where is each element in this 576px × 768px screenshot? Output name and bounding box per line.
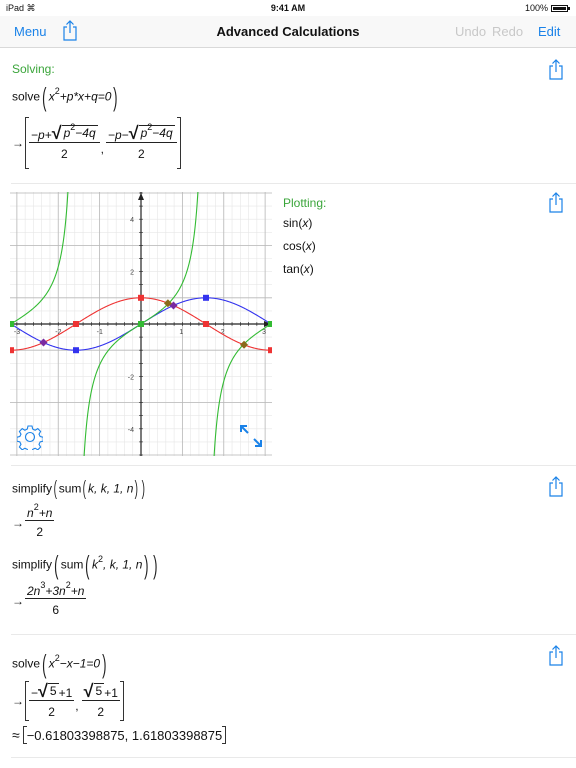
x-tick-label: -3 [14, 329, 20, 336]
result-expression: → − √ 5 +1 2 , √ 5 +1 2 [12, 681, 124, 721]
expand-arrows-icon[interactable] [238, 423, 264, 454]
input-expression: solve(x2+p*x+q=0) [12, 82, 118, 112]
marker-tan [268, 321, 272, 327]
result-root-2: −p− √ p2−4q 2 [106, 122, 177, 161]
intersection-marker [39, 338, 48, 347]
redo-button[interactable]: Redo [492, 24, 523, 39]
function-tan: tan(x) [283, 262, 314, 276]
y-axis-arrow [138, 193, 144, 200]
function-cos: cos(x) [283, 239, 316, 253]
x-tick-label: 1 [179, 329, 183, 336]
calc-section-solving[interactable]: Solving: solve(x2+p*x+q=0) → −p+ √ p2−4q 2… [0, 49, 576, 184]
section-heading: Solving: [12, 62, 55, 76]
marker-sin [203, 294, 209, 301]
battery-status: 100% [524, 3, 570, 13]
clock: 9:41 AM [270, 3, 306, 13]
share-icon[interactable] [548, 645, 564, 672]
approx-result: ≈ −0.61803398875, 1.61803398875 [12, 726, 227, 744]
x-tick-label: 3 [262, 329, 266, 336]
calc-section-plotting[interactable]: -3 -2 -1 1 2 3 4 2 -2 -4 Plotting: sin(x) cos(x) … [0, 184, 576, 464]
share-icon[interactable] [548, 192, 564, 219]
marker-sin [73, 347, 79, 354]
marker-cos [73, 321, 79, 327]
marker-tan [10, 321, 14, 327]
edit-button[interactable]: Edit [538, 24, 560, 39]
result-expression: → −p+ √ p2−4q 2 , −p− √ p2−4q 2 [12, 117, 181, 169]
input-expression: simplify(sum(k2, k, 1, n)) [12, 550, 158, 580]
y-tick-label: 4 [130, 217, 134, 224]
result-root-1: −p+ √ p2−4q 2 [29, 122, 100, 161]
marker-cos [138, 294, 144, 301]
share-icon[interactable] [548, 59, 564, 86]
plot-chart[interactable]: -3 -2 -1 1 2 342-2-4 [10, 192, 272, 456]
function-sin: sin(x) [283, 216, 313, 230]
calc-section-solve[interactable]: solve(x2−x−1=0) → − √ 5 +1 2 , √ 5 +1 2 ≈ −0.… [0, 635, 576, 757]
result-expression: → n2+n 2 [12, 502, 55, 539]
divider [11, 757, 576, 758]
y-tick-label: -2 [128, 374, 134, 381]
share-icon[interactable] [548, 476, 564, 503]
section-heading: Plotting: [283, 196, 327, 210]
status-bar: iPad ⌘ 9:41 AM 100% [0, 0, 576, 16]
input-expression: simplify(sum(k, k, 1, n)) [12, 478, 146, 500]
y-tick-label: -4 [128, 427, 134, 434]
undo-button[interactable]: Undo [455, 24, 486, 39]
battery-percent: 100% [524, 3, 548, 13]
navigation-bar: Menu Advanced Calculations Undo Redo Edi… [0, 16, 576, 48]
y-tick-label: 2 [130, 270, 134, 277]
marker-cos [203, 321, 209, 327]
gear-icon[interactable] [16, 424, 44, 455]
calc-section-simplify[interactable]: simplify(sum(k, k, 1, n)) → n2+n 2 simpl… [0, 466, 576, 634]
marker-tan [138, 321, 144, 327]
marker-cos [268, 347, 272, 354]
result-expression: → 2n3+3n2+n 6 [12, 580, 87, 617]
input-expression: solve(x2−x−1=0) [12, 649, 107, 679]
battery-icon [551, 4, 570, 12]
page-title: Advanced Calculations [216, 24, 360, 39]
marker-cos [10, 347, 14, 354]
x-tick-label: -1 [97, 329, 103, 336]
